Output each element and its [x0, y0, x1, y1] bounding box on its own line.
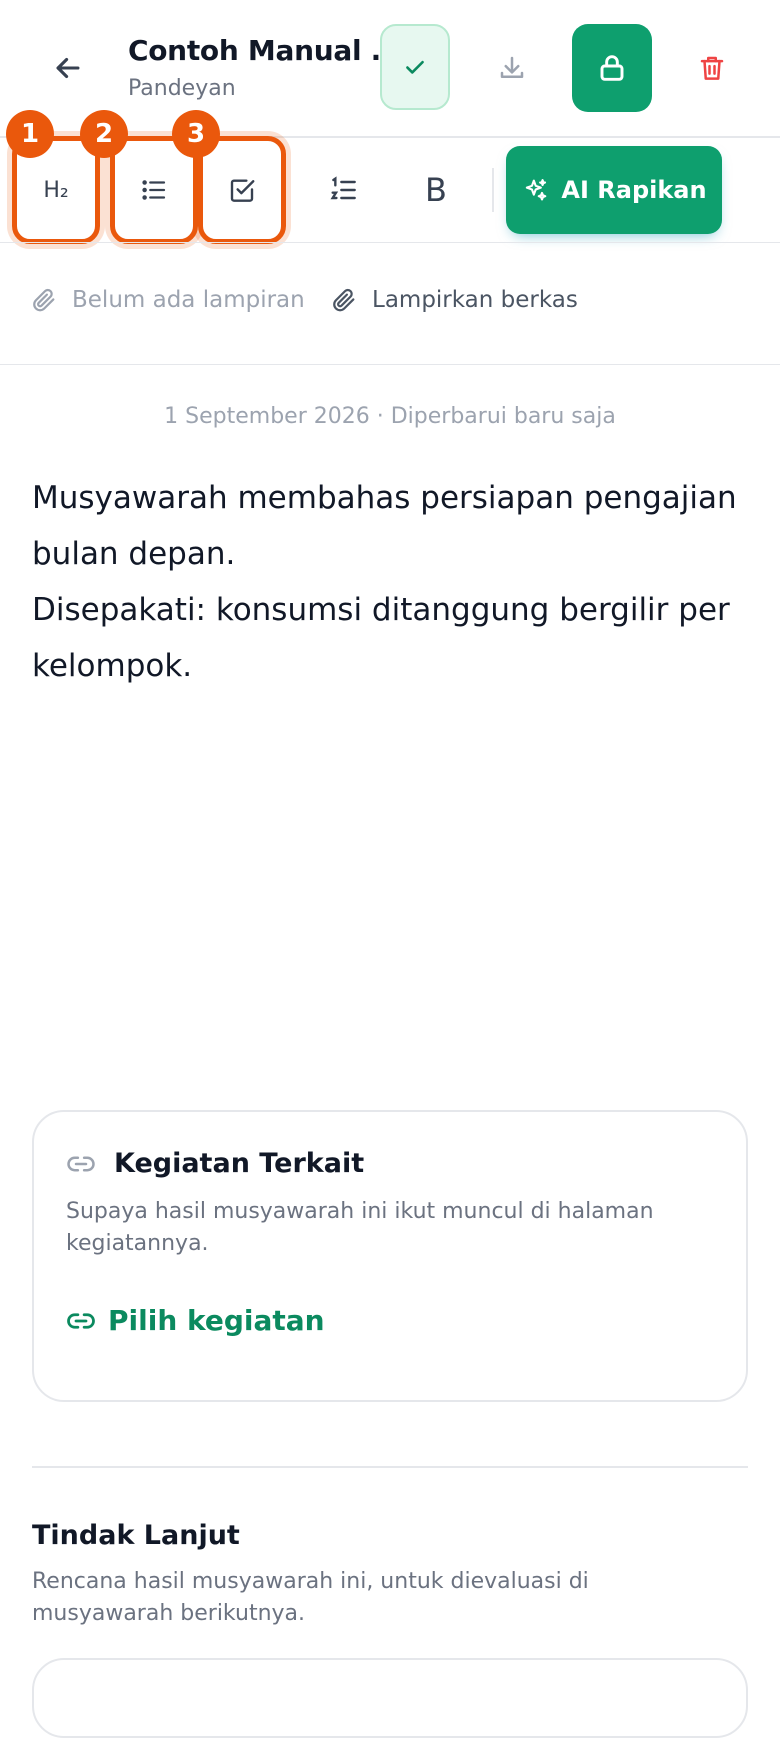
section-divider — [32, 1466, 748, 1468]
checkbox-icon — [227, 175, 257, 205]
related-activity-header: Kegiatan Terkait — [66, 1148, 364, 1179]
toolbar-divider — [492, 168, 494, 212]
bold-icon: B — [425, 171, 447, 209]
paperclip-icon — [30, 286, 58, 314]
followup-card[interactable] — [32, 1658, 748, 1738]
check-icon — [402, 54, 428, 80]
attachments-divider — [0, 364, 780, 365]
note-paragraph: Musyawarah membahas persiapan pengajian … — [32, 480, 737, 572]
page-title: Contoh Manual ... — [128, 34, 402, 67]
note-paragraph: Disepakati: konsumsi ditanggung bergilir… — [32, 592, 730, 684]
download-icon — [497, 53, 527, 83]
note-body-editor[interactable]: Musyawarah membahas persiapan pengajian … — [32, 470, 752, 694]
ai-tidy-label: AI Rapikan — [561, 176, 707, 204]
delete-button[interactable] — [686, 36, 738, 100]
bullet-list-icon — [139, 175, 169, 205]
save-button[interactable] — [380, 24, 450, 110]
lock-button[interactable] — [572, 24, 652, 112]
choose-activity-label: Pilih kegiatan — [108, 1304, 325, 1337]
related-activity-description: Supaya hasil musyawarah ini ikut muncul … — [66, 1199, 654, 1256]
download-button[interactable] — [488, 36, 536, 100]
step-badge-1: 1 — [6, 110, 54, 158]
numbered-list-icon — [328, 174, 360, 206]
note-meta: 1 September 2026 · Diperbarui baru saja — [164, 404, 616, 429]
toolbar-divider-bottom — [0, 242, 780, 243]
paperclip-icon — [330, 286, 358, 314]
bold-button[interactable]: B — [392, 136, 480, 244]
ai-tidy-button[interactable]: AI Rapikan — [506, 146, 722, 234]
attach-file-button[interactable]: Lampirkan berkas — [330, 286, 578, 314]
sparkles-icon — [521, 176, 549, 204]
link-icon — [66, 1306, 96, 1336]
no-attachment-label: Belum ada lampiran — [72, 287, 305, 313]
choose-activity-button[interactable]: Pilih kegiatan — [66, 1304, 325, 1337]
numbered-list-button[interactable] — [300, 136, 388, 244]
trash-icon — [697, 53, 727, 83]
related-activity-title: Kegiatan Terkait — [114, 1148, 365, 1179]
link-icon — [66, 1149, 96, 1179]
step-badge-3: 3 — [172, 110, 220, 158]
lock-icon — [596, 52, 628, 84]
back-arrow-icon[interactable] — [44, 44, 92, 92]
followup-title: Tindak Lanjut — [32, 1520, 240, 1551]
no-attachment-status: Belum ada lampiran — [30, 286, 305, 314]
attach-file-label: Lampirkan berkas — [372, 287, 578, 313]
page-subtitle: Pandeyan — [128, 76, 236, 101]
followup-description: Rencana hasil musyawarah ini, untuk diev… — [32, 1569, 589, 1626]
step-badge-2: 2 — [80, 110, 128, 158]
heading-2-icon: H₂ — [43, 177, 69, 203]
